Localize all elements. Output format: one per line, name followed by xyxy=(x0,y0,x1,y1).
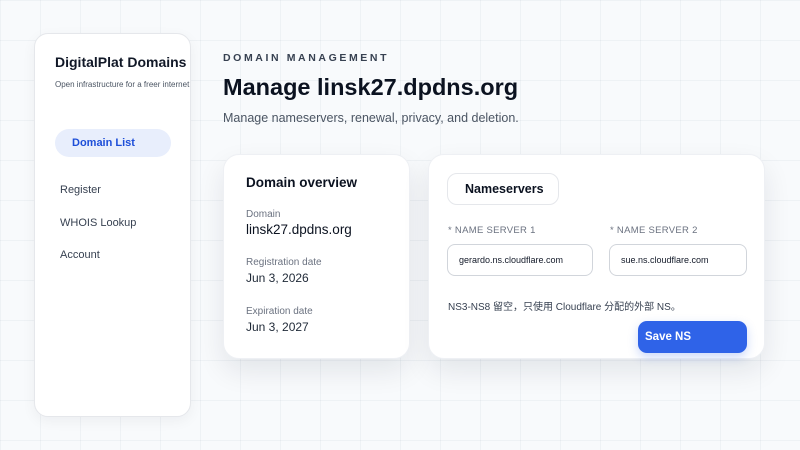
nameservers-title: Nameservers xyxy=(447,173,559,205)
section-eyebrow: DOMAIN MANAGEMENT xyxy=(223,52,390,64)
domain-label: Domain xyxy=(246,209,281,220)
sidebar: DigitalPlat Domains Open infrastructure … xyxy=(34,33,191,417)
sidebar-item-domain-list[interactable]: Domain List xyxy=(55,129,171,157)
expiration-date-label: Expiration date xyxy=(246,306,313,317)
ns2-label: * NAME SERVER 2 xyxy=(610,225,698,236)
save-ns-button[interactable]: Save NS xyxy=(638,321,747,353)
page-subtitle: Manage nameservers, renewal, privacy, an… xyxy=(223,111,519,125)
nameservers-card: Nameservers * NAME SERVER 1 * NAME SERVE… xyxy=(428,154,765,359)
sidebar-item-whois-lookup[interactable]: WHOIS Lookup xyxy=(55,209,171,237)
domain-value: linsk27.dpdns.org xyxy=(246,222,352,237)
sidebar-item-account[interactable]: Account xyxy=(55,241,171,269)
brand-subtitle: Open infrastructure for a freer internet xyxy=(55,80,190,89)
ns-note: NS3-NS8 留空，只使用 Cloudflare 分配的外部 NS。 xyxy=(448,302,681,313)
ns1-label: * NAME SERVER 1 xyxy=(448,225,536,236)
ns2-input[interactable] xyxy=(609,244,747,276)
expiration-date-value: Jun 3, 2027 xyxy=(246,320,309,334)
overview-title: Domain overview xyxy=(246,175,358,190)
registration-date-value: Jun 3, 2026 xyxy=(246,271,309,285)
sidebar-item-register[interactable]: Register xyxy=(55,176,171,204)
brand-title: DigitalPlat Domains xyxy=(55,54,187,70)
registration-date-label: Registration date xyxy=(246,257,322,268)
domain-overview-card: Domain overview Domain linsk27.dpdns.org… xyxy=(223,154,410,359)
ns1-input[interactable] xyxy=(447,244,593,276)
page-title: Manage linsk27.dpdns.org xyxy=(223,74,519,100)
